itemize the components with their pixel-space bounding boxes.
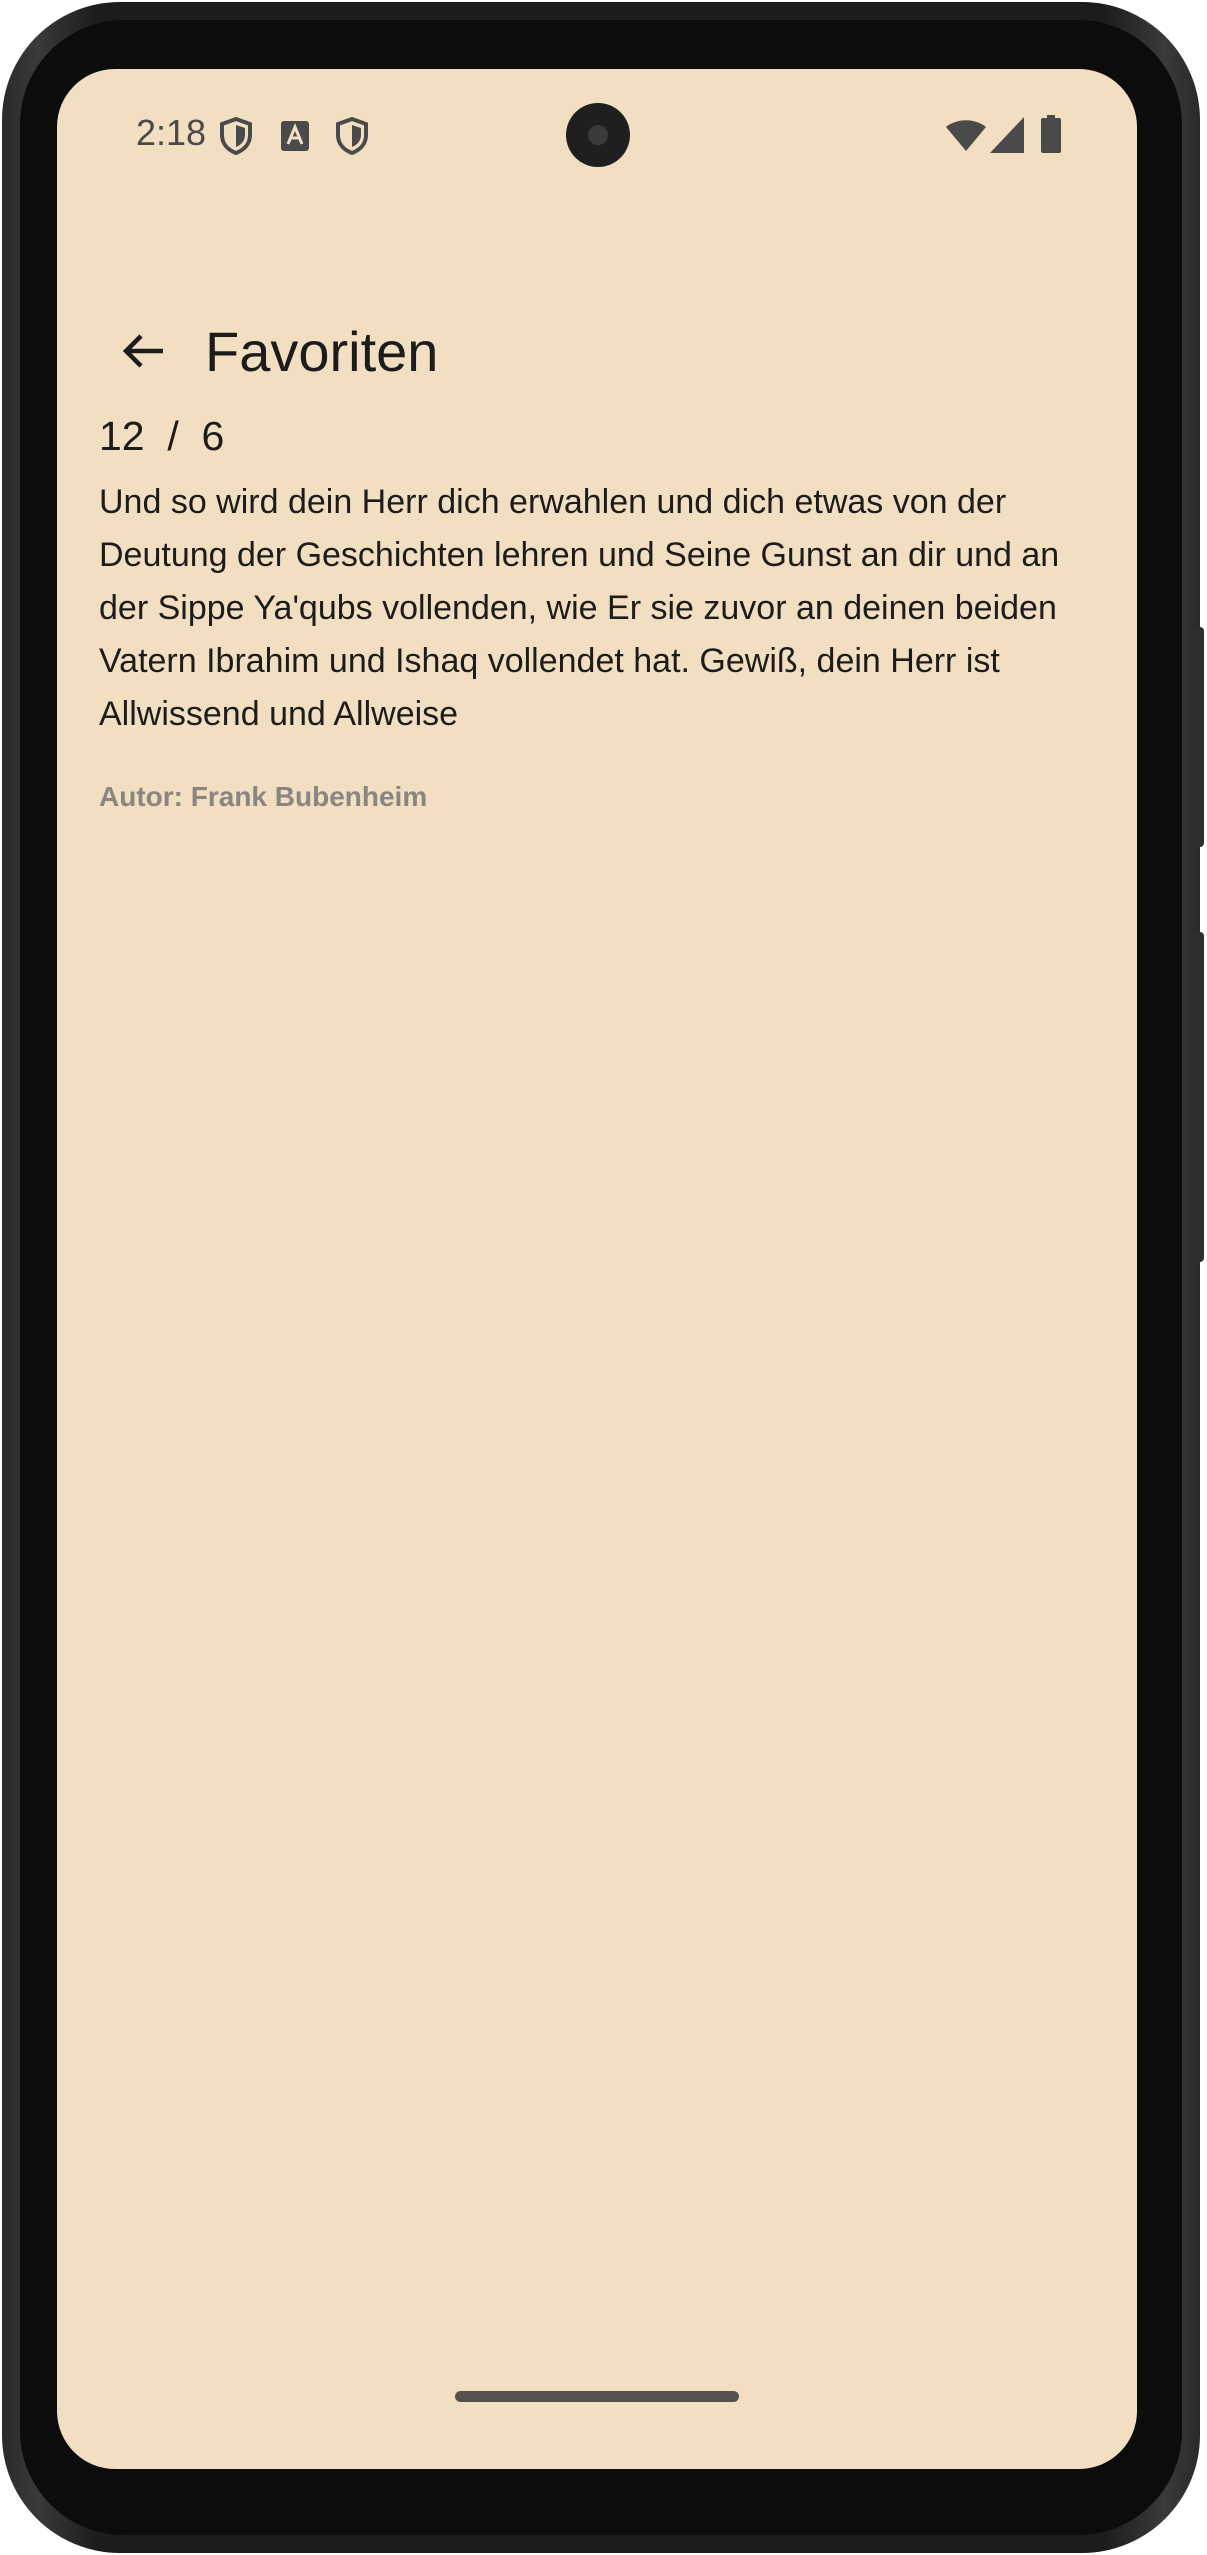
verse-reference: 12 / 6 [99,413,225,459]
page-title: Favoriten [205,320,439,383]
camera-lens [588,125,608,145]
phone-device: 2:18 Favoriten 12 / 6 Und so wird dein H… [0,0,1207,2555]
wifi-icon [946,119,986,158]
shield-icon [335,116,369,160]
author-label: Autor: Frank Bubenheim [99,781,428,812]
volume-button [1194,932,1204,1262]
status-time: 2:18 [136,112,207,153]
back-button[interactable] [95,305,191,401]
a-badge-icon [280,120,310,157]
screen: 2:18 Favoriten 12 / 6 Und so wird dein H… [57,69,1137,2469]
home-indicator[interactable] [455,2391,739,2402]
status-bar: 2:18 [57,69,1137,199]
front-camera [566,103,630,167]
arrow-back-icon [119,327,167,380]
power-button [1194,627,1204,847]
shield-icon [219,116,253,160]
battery-icon [1041,115,1061,158]
verse-text: Und so wird dein Herr dich erwahlen und … [99,483,1060,733]
app-bar: Favoriten [57,279,1137,429]
signal-icon [990,117,1024,158]
